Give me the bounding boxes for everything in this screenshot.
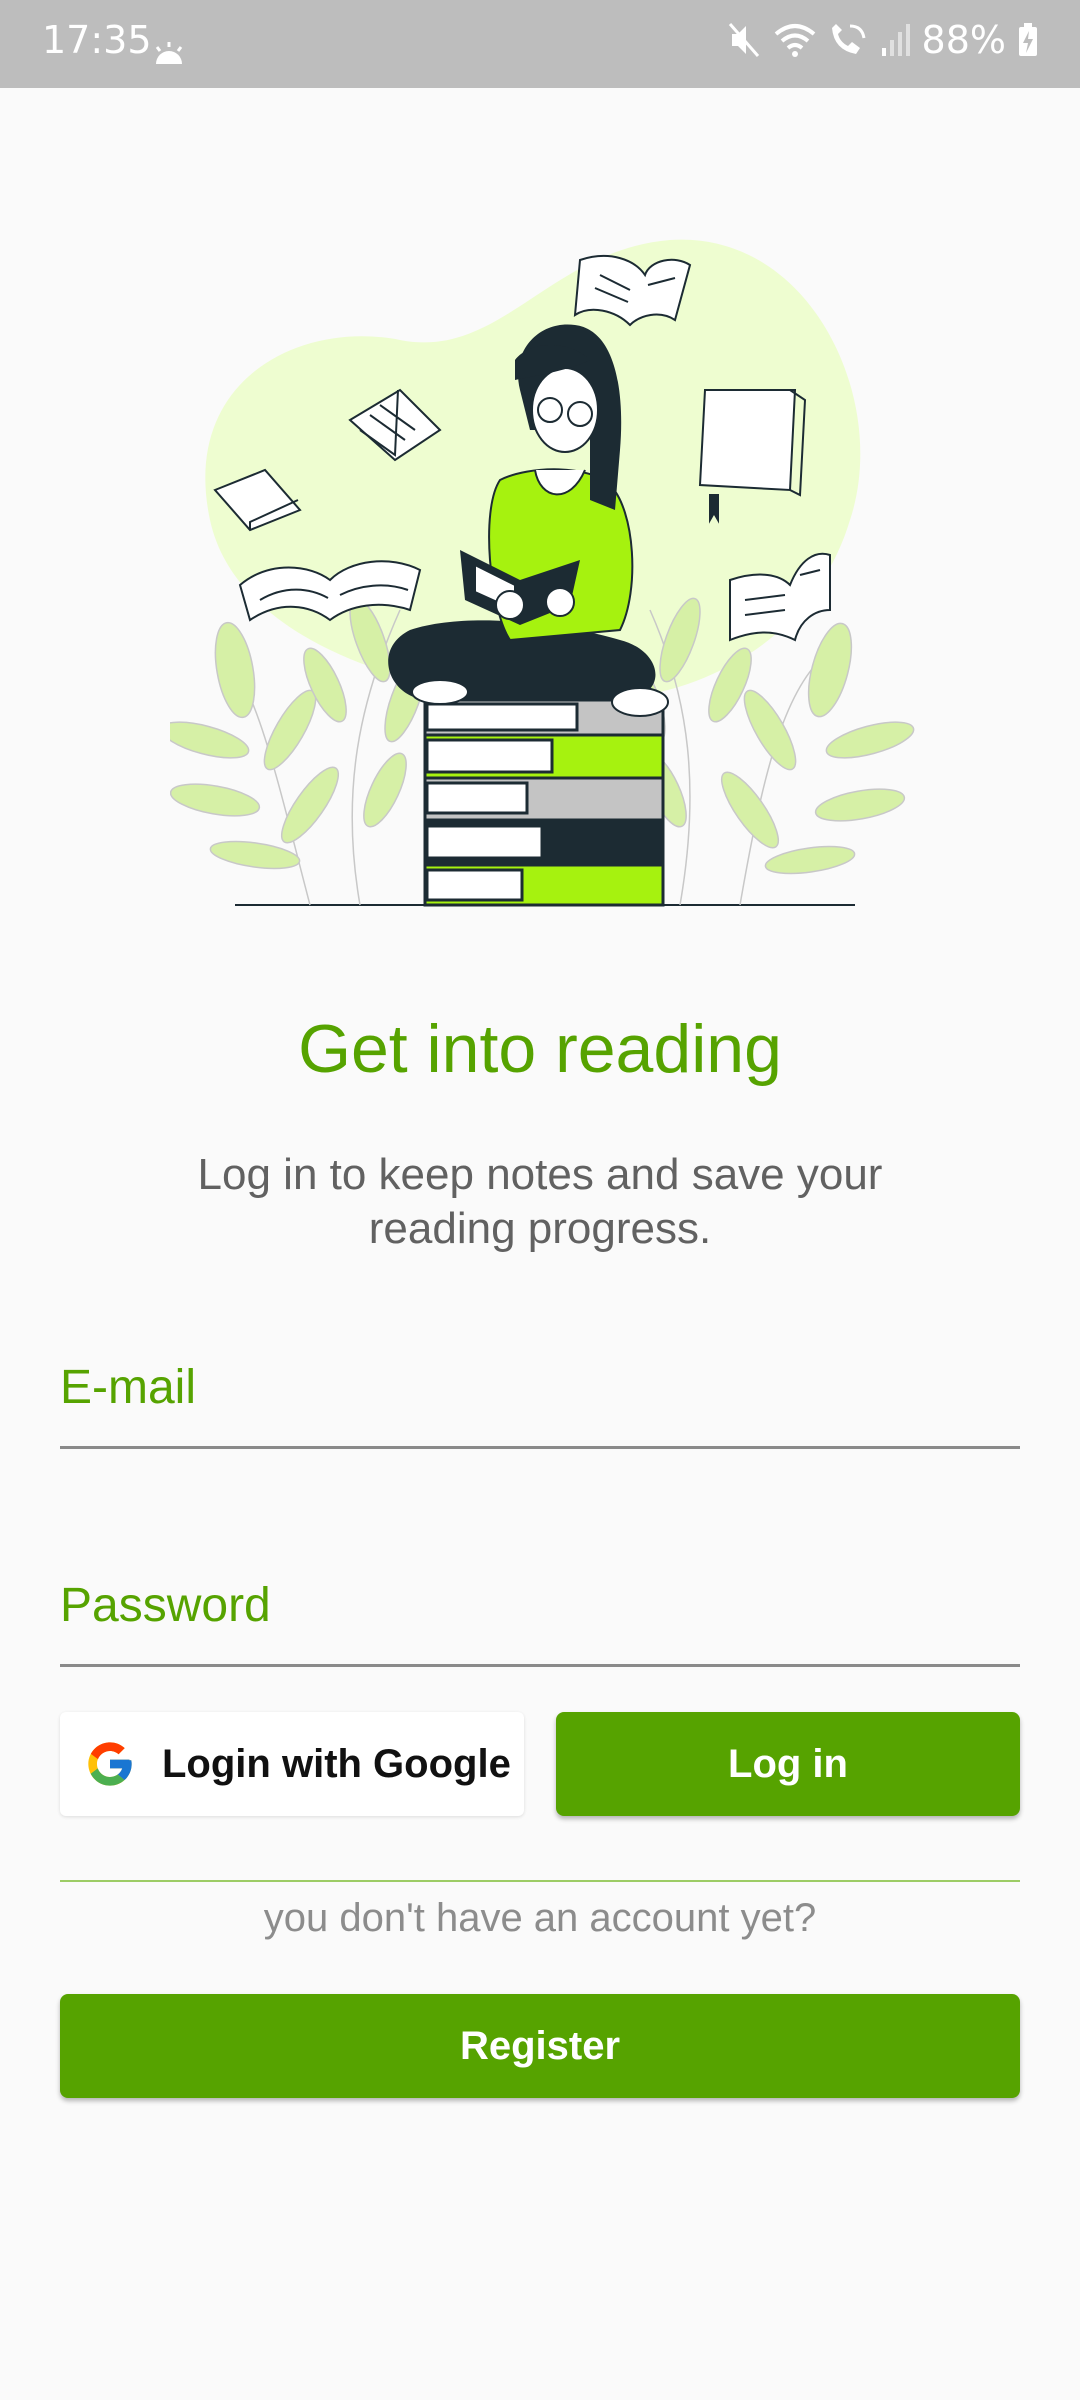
status-bar: 17:35 88% [0,0,1080,88]
google-icon [88,1742,132,1786]
status-time: 17:35 [42,18,152,62]
password-field-container: Password [60,1554,1024,1667]
reading-woman-illustration [170,239,915,907]
wifi-calling-icon [831,24,866,54]
status-icons: 88% [728,18,1038,62]
mute-icon [728,23,759,57]
login-button[interactable]: Log in [556,1712,1020,1816]
no-account-text: you don't have an account yet? [263,1896,817,1940]
page-title: Get into reading [298,1011,782,1087]
page-subtitle: Log in to keep notes and save your readi… [197,1150,883,1253]
password-field[interactable] [60,1554,1024,1666]
email-field[interactable] [60,1336,1024,1448]
sun-weather-icon [155,42,183,64]
google-login-button[interactable]: Login with Google [60,1712,524,1816]
battery-charging-icon [1019,23,1037,56]
email-field-container: E-mail [60,1336,1024,1449]
divider [60,1880,1020,1882]
google-login-label: Login with Google [162,1741,511,1786]
battery-percent: 88% [921,18,1006,62]
signal-icon [881,24,910,56]
wifi-icon [774,24,815,57]
register-button[interactable]: Register [60,1994,1020,2098]
